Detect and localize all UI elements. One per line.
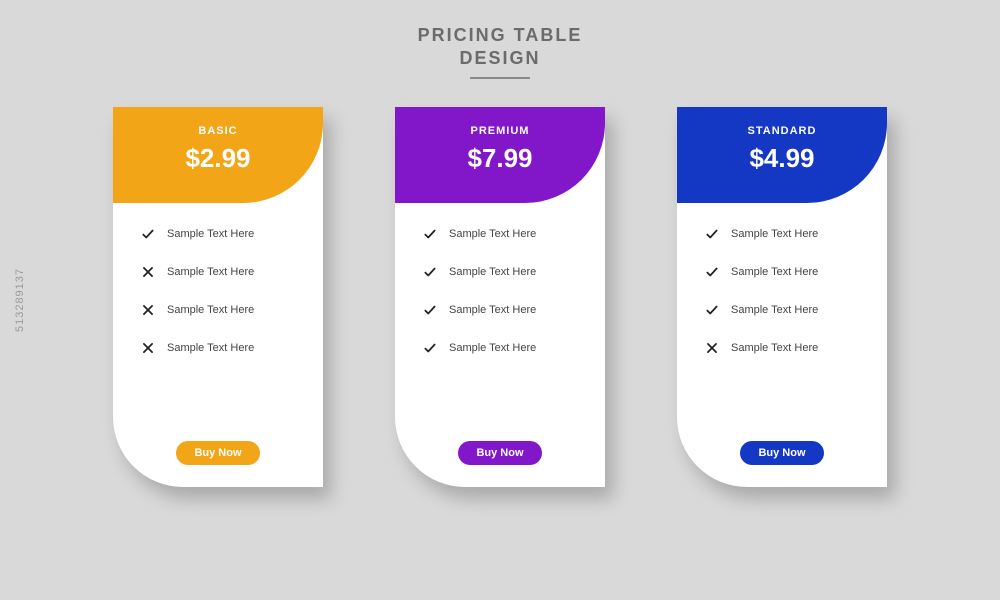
- feature-item: Sample Text Here: [705, 265, 865, 279]
- feature-label: Sample Text Here: [167, 304, 254, 316]
- cta-wrap: Buy Now: [113, 431, 323, 487]
- feature-item: Sample Text Here: [705, 303, 865, 317]
- feature-item: Sample Text Here: [705, 227, 865, 241]
- feature-label: Sample Text Here: [731, 342, 818, 354]
- feature-label: Sample Text Here: [731, 228, 818, 240]
- watermark-id: 513289137: [14, 268, 26, 332]
- cta-wrap: Buy Now: [677, 431, 887, 487]
- feature-label: Sample Text Here: [449, 228, 536, 240]
- title-line-1: PRICING TABLE: [0, 24, 1000, 47]
- cta-wrap: Buy Now: [395, 431, 605, 487]
- feature-label: Sample Text Here: [731, 266, 818, 278]
- feature-label: Sample Text Here: [449, 266, 536, 278]
- feature-item: Sample Text Here: [705, 341, 865, 355]
- cross-icon: [705, 341, 719, 355]
- cross-icon: [141, 303, 155, 317]
- feature-item: Sample Text Here: [141, 227, 301, 241]
- feature-item: Sample Text Here: [141, 303, 301, 317]
- feature-label: Sample Text Here: [449, 304, 536, 316]
- check-icon: [705, 265, 719, 279]
- title-line-2: DESIGN: [0, 47, 1000, 70]
- feature-list: Sample Text Here Sample Text Here Sample…: [113, 203, 323, 431]
- feature-label: Sample Text Here: [449, 342, 536, 354]
- pricing-card-standard: STANDARD $4.99 Sample Text Here Sample T…: [677, 107, 887, 487]
- pricing-card-premium: PREMIUM $7.99 Sample Text Here Sample Te…: [395, 107, 605, 487]
- feature-label: Sample Text Here: [731, 304, 818, 316]
- plan-price: $2.99: [113, 143, 323, 174]
- card-header: BASIC $2.99: [113, 107, 323, 203]
- feature-item: Sample Text Here: [423, 227, 583, 241]
- plan-name: STANDARD: [677, 125, 887, 137]
- plan-name: PREMIUM: [395, 125, 605, 137]
- feature-item: Sample Text Here: [423, 341, 583, 355]
- check-icon: [423, 227, 437, 241]
- feature-item: Sample Text Here: [141, 265, 301, 279]
- feature-list: Sample Text Here Sample Text Here Sample…: [677, 203, 887, 431]
- check-icon: [705, 303, 719, 317]
- feature-item: Sample Text Here: [141, 341, 301, 355]
- pricing-card-basic: BASIC $2.99 Sample Text Here Sample Text…: [113, 107, 323, 487]
- plan-price: $4.99: [677, 143, 887, 174]
- buy-now-button[interactable]: Buy Now: [458, 441, 541, 465]
- check-icon: [705, 227, 719, 241]
- feature-label: Sample Text Here: [167, 228, 254, 240]
- buy-now-button[interactable]: Buy Now: [740, 441, 823, 465]
- card-header: PREMIUM $7.99: [395, 107, 605, 203]
- pricing-cards: BASIC $2.99 Sample Text Here Sample Text…: [0, 107, 1000, 487]
- check-icon: [423, 303, 437, 317]
- cross-icon: [141, 341, 155, 355]
- feature-item: Sample Text Here: [423, 303, 583, 317]
- feature-item: Sample Text Here: [423, 265, 583, 279]
- feature-label: Sample Text Here: [167, 342, 254, 354]
- plan-price: $7.99: [395, 143, 605, 174]
- feature-label: Sample Text Here: [167, 266, 254, 278]
- feature-list: Sample Text Here Sample Text Here Sample…: [395, 203, 605, 431]
- buy-now-button[interactable]: Buy Now: [176, 441, 259, 465]
- page-title: PRICING TABLE DESIGN: [0, 0, 1000, 79]
- check-icon: [423, 341, 437, 355]
- plan-name: BASIC: [113, 125, 323, 137]
- check-icon: [141, 227, 155, 241]
- title-underline: [470, 77, 530, 79]
- check-icon: [423, 265, 437, 279]
- cross-icon: [141, 265, 155, 279]
- card-header: STANDARD $4.99: [677, 107, 887, 203]
